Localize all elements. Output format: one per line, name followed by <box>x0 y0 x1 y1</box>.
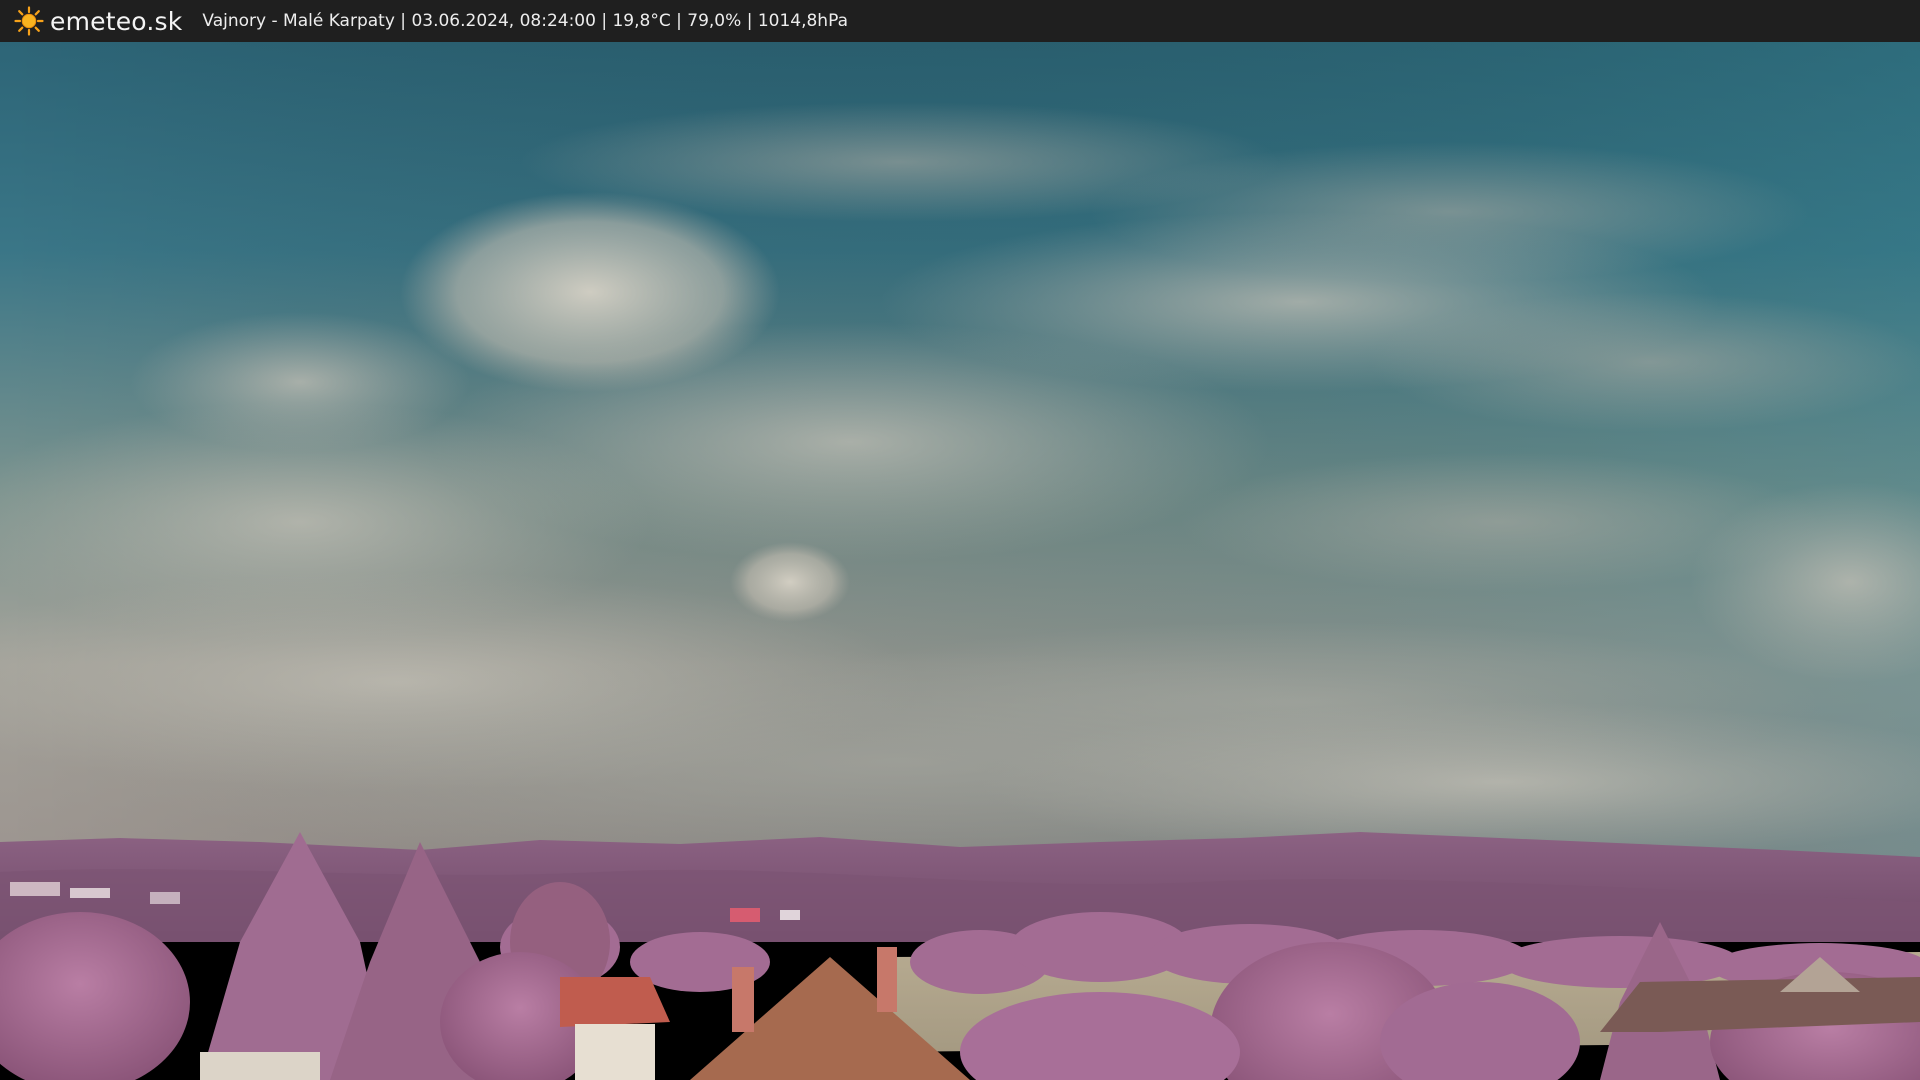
location-text: Vajnory - Malé Karpaty <box>202 11 395 31</box>
separator: | <box>400 11 407 31</box>
pressure-text: 1014,8hPa <box>757 11 848 31</box>
info-bar: emeteo.sk Vajnory - Malé Karpaty | 03.06… <box>0 0 1920 42</box>
sun-icon <box>14 6 44 36</box>
temperature-text: 19,8°C <box>612 11 671 31</box>
separator: | <box>601 11 608 31</box>
brand-name: emeteo.sk <box>50 6 183 36</box>
webcam-frame: emeteo.sk Vajnory - Malé Karpaty | 03.06… <box>0 0 1920 1080</box>
brand-logo[interactable]: emeteo.sk <box>14 6 182 36</box>
station-info: Vajnory - Malé Karpaty | 03.06.2024, 08:… <box>202 11 848 31</box>
separator: | <box>676 11 682 31</box>
separator: | <box>746 11 753 31</box>
humidity-text: 79,0% <box>687 11 742 31</box>
datetime-text: 03.06.2024, 08:24:00 <box>411 11 596 31</box>
webcam-image <box>0 42 1920 1080</box>
landscape-scene <box>0 42 1920 1080</box>
